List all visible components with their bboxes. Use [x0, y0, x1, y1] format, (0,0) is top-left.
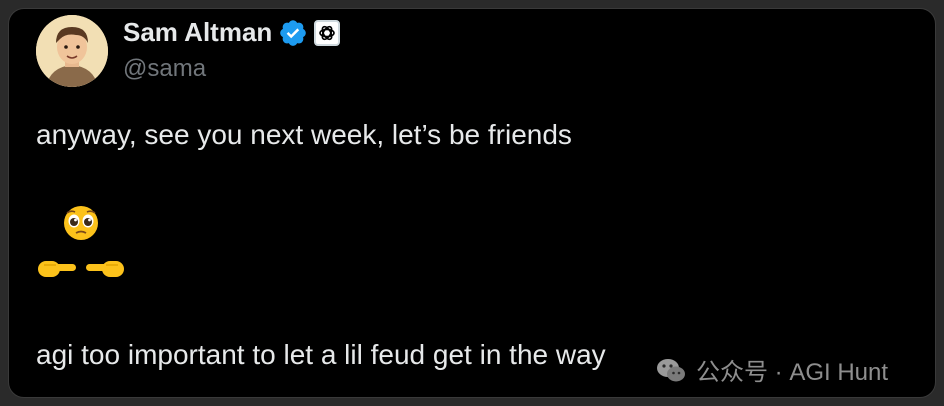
author-handle[interactable]: @sama [123, 55, 206, 83]
pleading-face-and-pointing-fingers-emoji [36, 205, 126, 289]
tweet-text-line-2: agi too important to let a lil feud get … [36, 339, 606, 370]
author-display-name[interactable]: Sam Altman [123, 17, 272, 48]
verified-badge-icon[interactable] [278, 18, 308, 48]
author-name-row: Sam Altman [123, 17, 341, 48]
tweet-text-line-1: anyway, see you next week, let’s be frie… [36, 119, 572, 150]
watermark-text: 公众号 · AGI Hunt [696, 359, 889, 386]
avatar-illustration [36, 15, 108, 87]
author-avatar[interactable] [36, 15, 108, 87]
wechat-icon [654, 353, 688, 387]
openai-logo-icon[interactable] [314, 19, 341, 46]
watermark: 公众号 · AGI Hunt [654, 352, 888, 387]
tweet-card: Sam Altman @sama anyway, see you next we… [8, 8, 936, 398]
